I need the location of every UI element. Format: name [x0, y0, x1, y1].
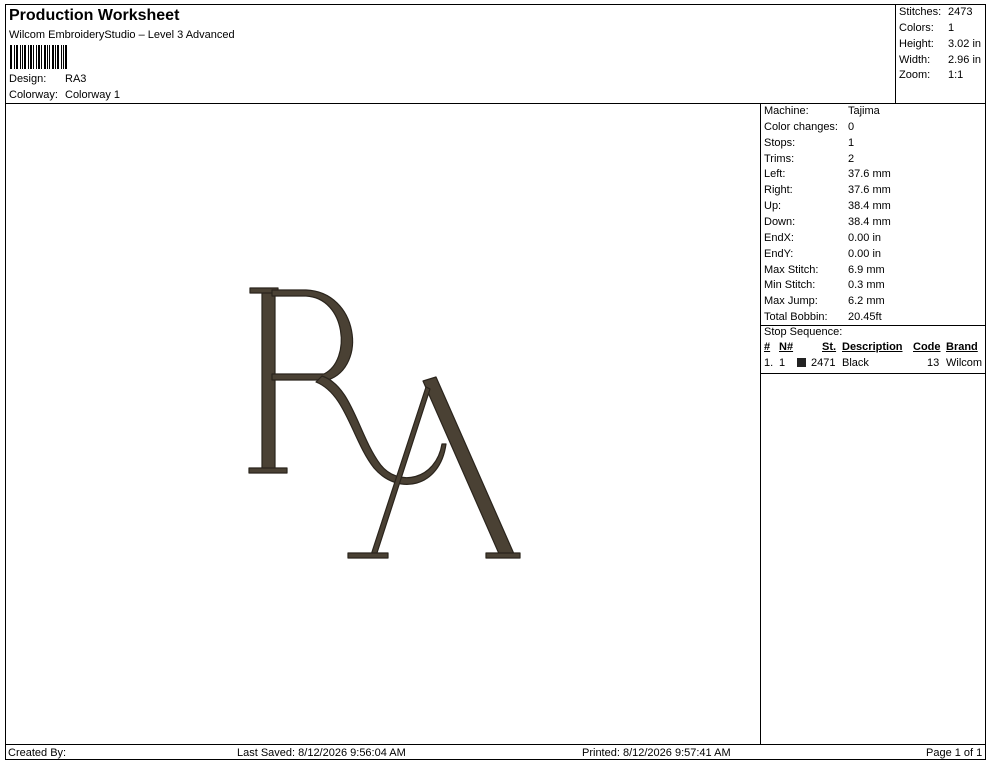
r-bottom-serif	[248, 467, 288, 474]
info-trims: Trims: 2	[764, 153, 855, 165]
worksheet-footer: Created By: Last Saved: 8/12/2026 9:56:0…	[6, 744, 985, 760]
row-needle: 1	[779, 357, 786, 369]
col-brand: Brand	[946, 341, 978, 353]
col-code: Code	[913, 341, 941, 353]
machine-info-panel: Machine: Tajima Color changes: 0 Stops: 1 T…	[760, 104, 986, 744]
info-endy: EndY: 0.00 in	[764, 248, 882, 260]
row-num: 1.	[764, 357, 774, 369]
colorway-name: Colorway: Colorway 1	[9, 89, 121, 101]
stat-stitches: Stitches: 2473	[899, 6, 973, 18]
r-stem	[261, 290, 276, 472]
software-name: Wilcom EmbroideryStudio – Level 3 Advanc…	[9, 29, 235, 41]
stat-height: Height: 3.02 in	[899, 38, 982, 50]
page-number: Page 1 of 1	[926, 747, 983, 759]
last-saved: Last Saved: 8/12/2026 9:56:04 AM	[237, 747, 406, 759]
info-max-jump: Max Jump: 6.2 mm	[764, 295, 885, 307]
col-description: Description	[842, 341, 903, 353]
design-stats: Stitches: 2473 Colors: 1 Height: 3.02 in Wi…	[895, 5, 986, 103]
stop-sequence-title: Stop Sequence:	[764, 326, 843, 338]
info-total-bobbin: Total Bobbin: 20.45ft	[764, 311, 882, 323]
stop-sequence-bottom-divider	[761, 373, 986, 374]
info-left: Left: 37.6 mm	[764, 168, 891, 180]
col-needle: N#	[779, 341, 794, 353]
row-stitches: 2471	[811, 357, 836, 369]
a-left-serif	[347, 552, 389, 559]
col-num: #	[764, 341, 771, 353]
info-stops: Stops: 1	[764, 137, 855, 149]
stat-zoom: Zoom: 1:1	[899, 69, 964, 81]
info-machine: Machine: Tajima	[764, 105, 880, 117]
info-color-changes: Color changes: 0	[764, 121, 855, 133]
info-up: Up: 38.4 mm	[764, 200, 891, 212]
row-code: 13	[927, 357, 940, 369]
stat-width: Width: 2.96 in	[899, 54, 982, 66]
row-brand: Wilcom	[946, 357, 983, 369]
a-right-serif	[485, 552, 521, 559]
info-right: Right: 37.6 mm	[764, 184, 891, 196]
design-preview	[6, 104, 761, 744]
barcode-icon	[10, 45, 70, 69]
printed-date: Printed: 8/12/2026 9:57:41 AM	[582, 747, 731, 759]
col-stitches: St.	[822, 341, 837, 353]
r-bowl	[271, 289, 354, 381]
ra-monogram-image	[248, 287, 521, 559]
row-description: Black	[842, 357, 869, 369]
design-name: Design: RA3	[9, 73, 87, 85]
info-endx: EndX: 0.00 in	[764, 232, 882, 244]
stat-colors: Colors: 1	[899, 22, 955, 34]
worksheet-frame: Production Worksheet Wilcom EmbroiderySt…	[5, 4, 986, 760]
page-title: Production Worksheet	[9, 7, 180, 24]
info-max-stitch: Max Stitch: 6.9 mm	[764, 264, 885, 276]
info-min-stitch: Min Stitch: 0.3 mm	[764, 279, 885, 291]
worksheet-header: Production Worksheet Wilcom EmbroiderySt…	[6, 5, 895, 105]
info-down: Down: 38.4 mm	[764, 216, 891, 228]
thread-color-swatch	[797, 358, 806, 367]
created-by: Created By:	[8, 747, 67, 759]
